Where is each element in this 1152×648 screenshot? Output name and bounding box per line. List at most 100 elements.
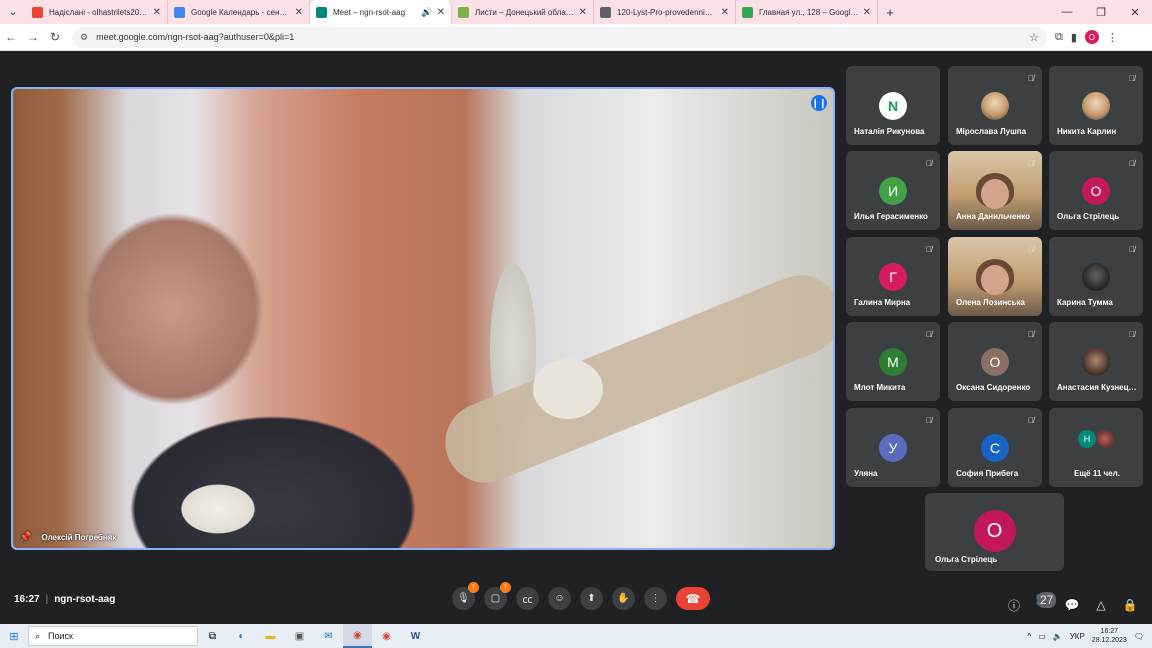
present-screen-icon: ⬆ [587, 593, 596, 604]
word-icon[interactable]: W [401, 624, 430, 648]
new-tab-button[interactable]: + [878, 5, 902, 20]
more-participants-tile[interactable]: Н Ещё 11 чел. [1049, 408, 1143, 487]
info-icon[interactable]: ⓘ [1006, 597, 1022, 614]
participant-avatar: N [879, 92, 907, 120]
browser-tab[interactable]: Надіслані - olhastrilets20@gm ✕ [26, 0, 168, 24]
participant-avatar [1082, 263, 1110, 291]
browser-tab[interactable]: Google Календарь - сентябрь ✕ [168, 0, 310, 24]
participant-tile[interactable]: 🎙̸ Олена Лозинська [948, 237, 1042, 316]
mic-warning-badge: ! [468, 582, 479, 593]
captions-button[interactable]: ㏄ [516, 587, 539, 610]
participant-tile[interactable]: У 🎙̸ Уляна [846, 408, 940, 487]
tab-close-icon[interactable]: ✕ [579, 7, 587, 18]
minimize-icon[interactable]: — [1050, 6, 1084, 19]
participant-tile[interactable]: 🎙̸ Анна Данильченко [948, 151, 1042, 230]
tab-close-icon[interactable]: ✕ [721, 7, 729, 18]
participant-tile[interactable]: 🎙̸ Никита Карлин [1049, 66, 1143, 145]
participant-tile[interactable]: С 🎙̸ София Прибега [948, 408, 1042, 487]
browser-tab[interactable]: 120-Lyst-Pro-provedennia-obl ✕ [594, 0, 736, 24]
network-icon[interactable]: ▭ [1038, 632, 1046, 641]
participant-tile[interactable]: И 🎙̸ Илья Герасименко [846, 151, 940, 230]
camera-button[interactable]: ▢ ! [484, 582, 511, 610]
video-content-detail [533, 359, 603, 419]
activities-icon[interactable]: △ [1093, 598, 1109, 612]
mail-icon[interactable]: ✉ [314, 624, 343, 648]
host-controls-icon[interactable]: 🔒 [1122, 598, 1138, 612]
chrome-profile-icon[interactable]: ◉ [372, 624, 401, 648]
people-icon[interactable]: 👥27 [1035, 591, 1057, 619]
participant-tile[interactable]: 🎙̸ Анастасия Кузнецова [1049, 322, 1143, 401]
restore-icon[interactable]: ❐ [1084, 6, 1118, 19]
system-clock[interactable]: 16:27 28.12.2023 [1092, 627, 1127, 645]
side-panel-icon[interactable]: ▮ [1071, 31, 1077, 44]
tab-title: Google Календарь - сентябрь [191, 7, 291, 17]
self-tile[interactable]: О Ольга Стрілець [925, 493, 1064, 571]
edge-icon[interactable]: ◐ [227, 624, 256, 648]
leave-call-button[interactable]: ☎ [676, 587, 710, 610]
browser-tab[interactable]: Листи – Донецький обласний ✕ [452, 0, 594, 24]
windows-start-icon[interactable]: ⊞ [0, 630, 28, 643]
more-options-button[interactable]: ⋮ [644, 587, 667, 610]
tab-audio-icon[interactable]: 🔊 [421, 7, 432, 18]
language-indicator[interactable]: УКР [1070, 632, 1085, 641]
mic-muted-icon: 🎙̸ [926, 416, 932, 425]
address-bar[interactable]: ⚙ meet.google.com/ngn-rsot-aag?authuser=… [72, 26, 1047, 48]
tab-close-icon[interactable]: ✕ [437, 7, 445, 18]
participant-tile[interactable]: О 🎙̸ Ольга Стрілець [1049, 151, 1143, 230]
tab-title: Meet – ngn-rsot-aag [333, 7, 406, 17]
profile-avatar[interactable]: O [1084, 30, 1099, 44]
participant-tile[interactable]: Г 🎙̸ Галина Мирна [846, 237, 940, 316]
store-icon[interactable]: ▣ [285, 624, 314, 648]
browser-tab[interactable]: Главная ул., 128 – Google Карт ✕ [736, 0, 878, 24]
back-icon[interactable]: ← [0, 30, 22, 44]
people-count-badge: 27 [1037, 592, 1057, 608]
extensions-icon[interactable]: ⧉ [1055, 31, 1063, 44]
window-controls: — ❐ ✕ [1050, 6, 1152, 19]
file-explorer-icon[interactable]: ▬ [256, 624, 285, 648]
site-info-icon[interactable]: ⚙ [80, 32, 88, 43]
clock-date: 28.12.2023 [1091, 637, 1127, 644]
camera-off-icon: ▢ [490, 593, 501, 604]
participant-tile[interactable]: N Наталія Рикунова [846, 66, 940, 145]
notifications-icon[interactable]: 🗨 [1134, 632, 1144, 641]
participant-avatar: У [879, 434, 907, 462]
present-button[interactable]: ⬆ [580, 587, 603, 610]
main-video-tile[interactable]: ❙❙ 📌 Олексій Погребняк [11, 87, 835, 550]
participant-tile[interactable]: 🎙̸ Мірослава Лушпа [948, 66, 1042, 145]
participant-tile[interactable]: О 🎙̸ Оксана Сидоренко [948, 322, 1042, 401]
tab-search-icon[interactable]: ⌄ [0, 0, 26, 24]
chat-icon[interactable]: 💬 [1064, 598, 1080, 612]
reactions-button[interactable]: ☺ [548, 587, 571, 610]
browser-tab[interactable]: Meet – ngn-rsot-aag 🔊 ✕ [310, 0, 452, 24]
tab-close-icon[interactable]: ✕ [295, 7, 303, 18]
tab-close-icon[interactable]: ✕ [153, 7, 161, 18]
main-video-name: 📌 Олексій Погребняк [19, 532, 116, 543]
tab-favicon-icon [742, 6, 753, 18]
participant-tile[interactable]: М 🎙̸ Млот Микита [846, 322, 940, 401]
participant-tile[interactable]: 🎙̸ Карина Тумма [1049, 237, 1143, 316]
raise-hand-button[interactable]: ✋ [612, 587, 635, 610]
mic-muted-icon: 🎙̸ [1028, 74, 1034, 83]
bookmark-star-icon[interactable]: ☆ [1029, 31, 1039, 44]
volume-icon[interactable]: 🔈 [1053, 632, 1063, 641]
tab-title: Главная ул., 128 – Google Карт [759, 7, 859, 17]
meet-stage: ❙❙ 📌 Олексій Погребняк N Наталія Рикунова… [0, 51, 1152, 624]
chrome-icon[interactable]: ◉ [343, 624, 372, 648]
taskbar-search[interactable]: ⌕ Поиск [28, 626, 198, 646]
task-view-icon[interactable]: ⧉ [198, 624, 227, 648]
mic-muted-icon: 🎙̸ [1028, 159, 1034, 168]
tray-chevron-icon[interactable]: ^ [1027, 632, 1031, 641]
mic-muted-icon: 🎙̸ [1129, 245, 1135, 254]
menu-icon[interactable]: ⋮ [1107, 31, 1118, 44]
os-taskbar: ⊞ ⌕ Поиск ⧉ ◐ ▬ ▣ ✉ ◉ ◉ W ^ ▭ 🔈 УКР 16:2… [0, 624, 1152, 648]
forward-icon[interactable]: → [22, 30, 44, 44]
tab-close-icon[interactable]: ✕ [863, 7, 871, 18]
tab-title: Листи – Донецький обласний [475, 7, 575, 17]
tab-favicon-icon [458, 6, 469, 18]
pin-icon[interactable]: 📌 [19, 532, 31, 543]
reload-icon[interactable]: ↻ [44, 30, 66, 44]
toolbar-actions: ⧉ ▮ O ⋮ [1055, 30, 1118, 44]
close-window-icon[interactable]: ✕ [1118, 6, 1152, 19]
call-controls: 🎙 ! ▢ ! ㏄ ☺ ⬆ ✋ ⋮ ☎ [452, 582, 710, 610]
microphone-button[interactable]: 🎙 ! [452, 582, 479, 610]
